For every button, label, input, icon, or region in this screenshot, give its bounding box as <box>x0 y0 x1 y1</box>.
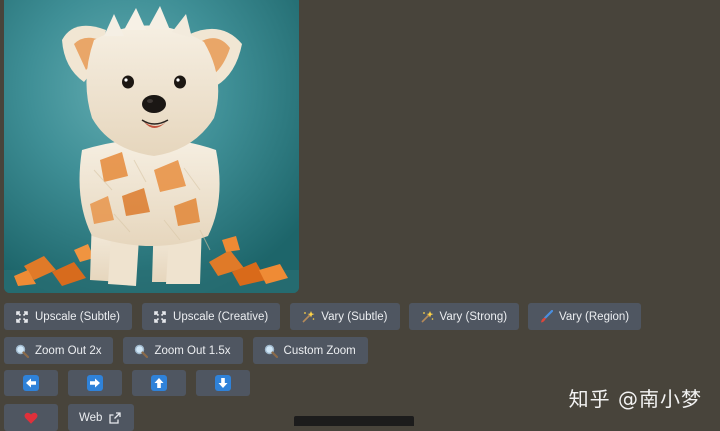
vary-subtle-button[interactable]: Vary (Subtle) <box>290 303 400 330</box>
action-row-upscale-vary: Upscale (Subtle) Upscale (Creative) Vary… <box>4 303 642 330</box>
button-label: Vary (Region) <box>559 310 630 323</box>
button-label: Zoom Out 2x <box>35 344 102 357</box>
expand-icon <box>153 310 167 324</box>
custom-zoom-button[interactable]: Custom Zoom <box>252 337 368 364</box>
generated-image[interactable] <box>4 0 299 293</box>
paintbrush-icon <box>539 309 554 324</box>
paper-dog-illustration <box>4 0 299 293</box>
zhihu-watermark: 知乎 @南小梦 <box>568 387 702 411</box>
zoom-out-2x-button[interactable]: Zoom Out 2x <box>4 337 114 364</box>
button-label: Custom Zoom <box>283 344 356 357</box>
upscale-subtle-button[interactable]: Upscale (Subtle) <box>4 303 133 330</box>
button-label: Upscale (Creative) <box>173 310 269 323</box>
sparkle-wand-icon <box>301 310 315 324</box>
button-label: Web <box>79 411 103 424</box>
arrow-right-icon <box>87 375 103 391</box>
button-label: Zoom Out 1.5x <box>154 344 231 357</box>
pan-right-button[interactable] <box>68 370 122 396</box>
favorite-button[interactable] <box>4 404 58 431</box>
arrow-left-icon <box>23 375 39 391</box>
vary-region-button[interactable]: Vary (Region) <box>528 303 642 330</box>
bottom-bar <box>294 416 414 426</box>
button-label: Upscale (Subtle) <box>35 310 121 323</box>
action-row-zoom: Zoom Out 2x Zoom Out 1.5x Custom Zoom <box>4 337 368 364</box>
magnifier-icon <box>15 344 29 358</box>
sparkle-wand-icon <box>420 310 434 324</box>
pan-down-button[interactable] <box>196 370 250 396</box>
action-row-pan <box>4 370 250 396</box>
arrow-down-icon <box>215 375 231 391</box>
magnifier-icon <box>134 344 149 358</box>
zoom-out-1-5x-button[interactable]: Zoom Out 1.5x <box>123 337 243 364</box>
vary-strong-button[interactable]: Vary (Strong) <box>408 303 520 330</box>
upscale-creative-button[interactable]: Upscale (Creative) <box>142 303 281 330</box>
expand-icon <box>15 310 29 324</box>
heart-icon <box>24 411 38 425</box>
action-row-extra: Web <box>4 404 135 431</box>
web-button[interactable]: Web <box>68 404 135 431</box>
external-link-icon <box>108 411 122 425</box>
arrow-up-icon <box>151 375 167 391</box>
pan-left-button[interactable] <box>4 370 58 396</box>
button-label: Vary (Strong) <box>439 310 508 323</box>
magnifier-icon <box>264 344 278 358</box>
pan-up-button[interactable] <box>132 370 186 396</box>
button-label: Vary (Subtle) <box>321 310 388 323</box>
